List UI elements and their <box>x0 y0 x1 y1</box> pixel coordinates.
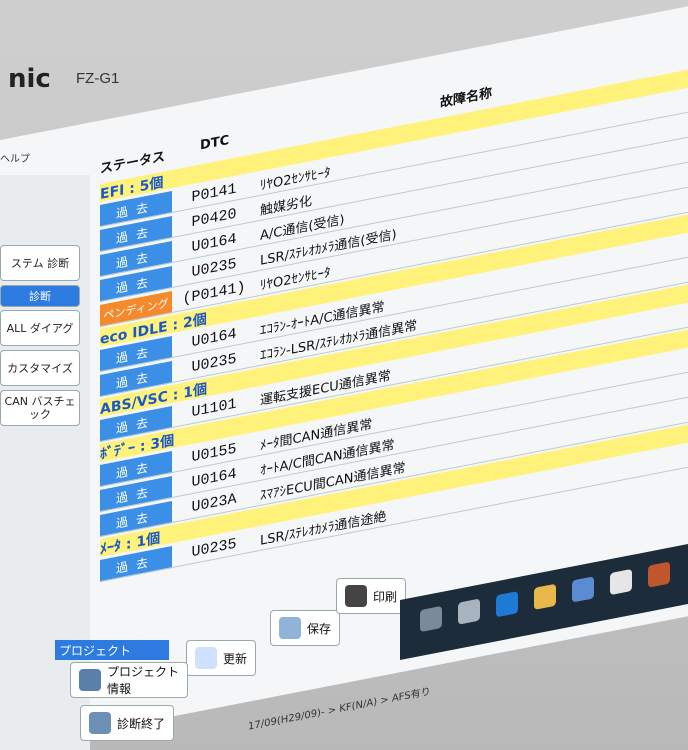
clipboard-icon <box>79 669 101 691</box>
app-icon[interactable] <box>572 576 594 603</box>
document-icon <box>89 712 111 734</box>
model-label: FZ-G1 <box>76 70 120 87</box>
sidebar-item-all-diag[interactable]: ALL ダイアグ <box>0 310 80 346</box>
save-button[interactable]: 保存 <box>270 610 341 646</box>
printer-icon <box>345 585 367 607</box>
refresh-button[interactable]: 更新 <box>186 640 257 676</box>
menu-bar: ヘルプ <box>0 150 50 170</box>
sidebar-item-diag[interactable]: 診断 <box>0 285 80 307</box>
windows-store-icon[interactable] <box>610 568 632 596</box>
project-heading: プロジェクト <box>55 640 169 660</box>
sidebar-item-can-check[interactable]: CAN バスチェック <box>0 390 80 426</box>
edge-icon[interactable] <box>496 591 518 618</box>
task-view-icon[interactable] <box>458 598 480 625</box>
menu-help[interactable]: ヘルプ <box>0 154 30 165</box>
sidebar-item-customize[interactable]: カスタマイズ <box>0 350 80 386</box>
mic-icon[interactable] <box>420 605 442 633</box>
print-button[interactable]: 印刷 <box>336 578 407 614</box>
refresh-icon <box>195 647 217 669</box>
project-info-button[interactable]: プロジェクト 情報 <box>70 662 189 698</box>
sidebar-item-system-diag[interactable]: ステム 診断 <box>0 245 80 281</box>
end-diag-button[interactable]: 診断終了 <box>80 705 175 741</box>
explorer-icon[interactable] <box>534 583 556 610</box>
brand-logo: nic <box>8 64 51 94</box>
save-icon <box>279 617 301 639</box>
app-icon-2[interactable] <box>648 561 670 588</box>
